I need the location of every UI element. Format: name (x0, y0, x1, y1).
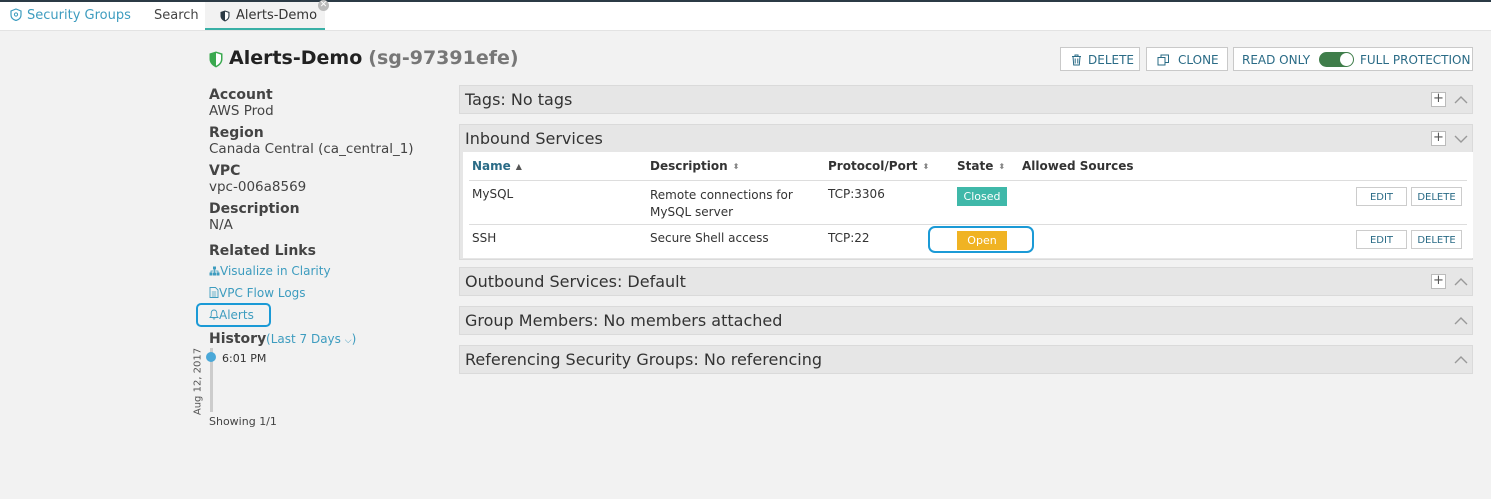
tags-panel-title: Tags: No tags (465, 90, 573, 109)
column-description-label: Description (650, 159, 728, 173)
row-ssh-description: Secure Shell access (650, 231, 769, 245)
clone-button-label: CLONE (1178, 53, 1219, 67)
chevron-up-icon[interactable] (1454, 353, 1468, 367)
sitemap-icon (209, 266, 220, 276)
row-mysql-description-line1: Remote connections for (650, 188, 793, 202)
edit-mysql-button[interactable]: EDIT (1356, 187, 1407, 206)
add-inbound-icon[interactable]: + (1431, 131, 1446, 146)
outbound-panel-title: Outbound Services: Default (465, 272, 686, 291)
chevron-down-icon[interactable] (1454, 132, 1468, 146)
row-mysql-protocol: TCP:3306 (828, 187, 885, 201)
history-date-axis: Aug 12, 2017 (191, 348, 205, 418)
trash-icon (1072, 54, 1081, 66)
column-header-name[interactable]: Name ▲ (472, 159, 522, 173)
column-name-label: Name (472, 159, 511, 173)
tab-alerts-demo[interactable]: Alerts-Demo ✕ (205, 0, 329, 30)
clone-icon (1157, 54, 1169, 66)
tab-alerts-demo-label: Alerts-Demo (236, 8, 318, 23)
vpc-value: vpc-006a8569 (209, 179, 307, 195)
edit-ssh-button[interactable]: EDIT (1356, 230, 1407, 249)
row-mysql-description: Remote connections for MySQL server (650, 187, 793, 221)
region-value: Canada Central (ca_central_1) (209, 141, 414, 157)
add-tag-icon[interactable]: + (1431, 92, 1446, 107)
shield-icon (209, 51, 223, 68)
chevron-up-icon[interactable] (1454, 314, 1468, 328)
referencing-panel-title: Referencing Security Groups: No referenc… (465, 350, 823, 369)
sort-icon: ⬍ (922, 162, 930, 171)
sort-icon: ⬍ (998, 162, 1006, 171)
read-only-label: READ ONLY (1242, 53, 1311, 67)
tab-bar: Security Groups Search Alerts-Demo ✕ (0, 0, 1491, 31)
vpc-flow-logs-label: VPC Flow Logs (219, 286, 306, 300)
vpc-label: VPC (209, 163, 241, 179)
delete-ssh-button[interactable]: DELETE (1411, 230, 1462, 249)
description-label: Description (209, 201, 300, 217)
state-badge-closed[interactable]: Closed (957, 187, 1007, 206)
close-tab-icon[interactable]: ✕ (318, 0, 329, 11)
sort-asc-icon: ▲ (515, 162, 522, 171)
delete-mysql-button[interactable]: DELETE (1411, 187, 1462, 206)
column-header-state[interactable]: State ⬍ (957, 159, 1005, 173)
history-range-label: Last 7 Days (270, 332, 341, 346)
related-links-label: Related Links (209, 243, 316, 259)
protection-toggle[interactable]: READ ONLY FULL PROTECTION (1233, 47, 1473, 71)
history-date: Aug 12, 2017 (192, 347, 204, 416)
chevron-up-icon[interactable] (1454, 275, 1468, 289)
history-event-marker[interactable] (206, 352, 216, 362)
add-outbound-icon[interactable]: + (1431, 274, 1446, 289)
chevron-up-icon[interactable] (1454, 93, 1468, 107)
history-label: History (209, 331, 267, 347)
history-showing: Showing 1/1 (209, 415, 277, 428)
column-header-allowed-sources: Allowed Sources (1022, 159, 1134, 173)
outbound-panel[interactable]: Outbound Services: Default + (459, 267, 1473, 296)
history-time: 6:01 PM (222, 352, 267, 365)
toggle-knob (1340, 53, 1353, 66)
header-divider (469, 180, 1467, 181)
column-state-label: State (957, 159, 994, 173)
account-label: Account (209, 87, 273, 103)
row-mysql-description-line2: MySQL server (650, 205, 734, 219)
row-ssh-protocol: TCP:22 (828, 231, 870, 245)
history-range-dropdown[interactable]: (Last 7 Days ⌵) (266, 332, 356, 346)
row-ssh-name: SSH (472, 231, 497, 245)
members-panel[interactable]: Group Members: No members attached (459, 306, 1473, 335)
toggle-switch[interactable] (1319, 52, 1354, 67)
tab-security-groups[interactable]: Security Groups (10, 2, 131, 30)
visualize-link-label: Visualize in Clarity (220, 264, 331, 278)
referencing-panel[interactable]: Referencing Security Groups: No referenc… (459, 345, 1473, 374)
account-value: AWS Prod (209, 103, 274, 119)
document-icon (209, 287, 219, 298)
column-header-description[interactable]: Description ⬍ (650, 159, 739, 173)
tags-panel[interactable]: Tags: No tags + (459, 85, 1473, 114)
shield-icon (220, 10, 230, 22)
sort-icon: ⬍ (732, 162, 740, 171)
tab-search[interactable]: Search (154, 2, 199, 30)
delete-button-label: DELETE (1088, 53, 1135, 67)
column-protocol-label: Protocol/Port (828, 159, 918, 173)
vpc-flow-logs-link[interactable]: VPC Flow Logs (209, 286, 306, 300)
region-label: Region (209, 125, 264, 141)
visualize-link[interactable]: Visualize in Clarity (209, 264, 331, 278)
members-panel-title: Group Members: No members attached (465, 311, 783, 330)
description-value: N/A (209, 217, 233, 233)
group-id: (sg-97391efe) (368, 47, 519, 69)
shield-outline-icon (10, 8, 22, 22)
full-protection-label: FULL PROTECTION (1360, 53, 1471, 67)
tab-security-groups-label: Security Groups (27, 8, 131, 23)
chevron-down-icon: ⌵ (344, 336, 352, 346)
clone-button[interactable]: CLONE (1146, 47, 1228, 71)
row-mysql-name: MySQL (472, 187, 514, 201)
open-state-highlight-annotation (928, 226, 1034, 253)
page-title: Alerts-Demo (sg-97391efe) (229, 47, 519, 69)
delete-button[interactable]: DELETE (1060, 47, 1140, 71)
column-header-protocol[interactable]: Protocol/Port ⬍ (828, 159, 929, 173)
alerts-highlight-annotation (196, 303, 271, 327)
group-name: Alerts-Demo (229, 47, 363, 69)
inbound-panel-title: Inbound Services (465, 129, 603, 148)
row-divider (469, 224, 1467, 225)
